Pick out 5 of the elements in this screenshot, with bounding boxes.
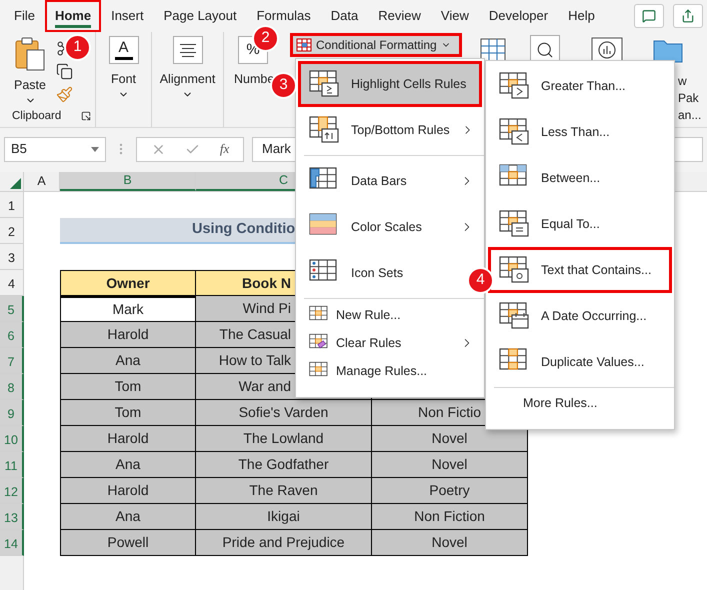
ribbon-label: Pak — [678, 90, 699, 107]
ribbon-label: w — [678, 73, 687, 90]
ribbon-label: an... — [678, 107, 702, 124]
column-heading-cell: Owner — [60, 270, 196, 296]
group-label: Clipboard — [12, 108, 62, 124]
